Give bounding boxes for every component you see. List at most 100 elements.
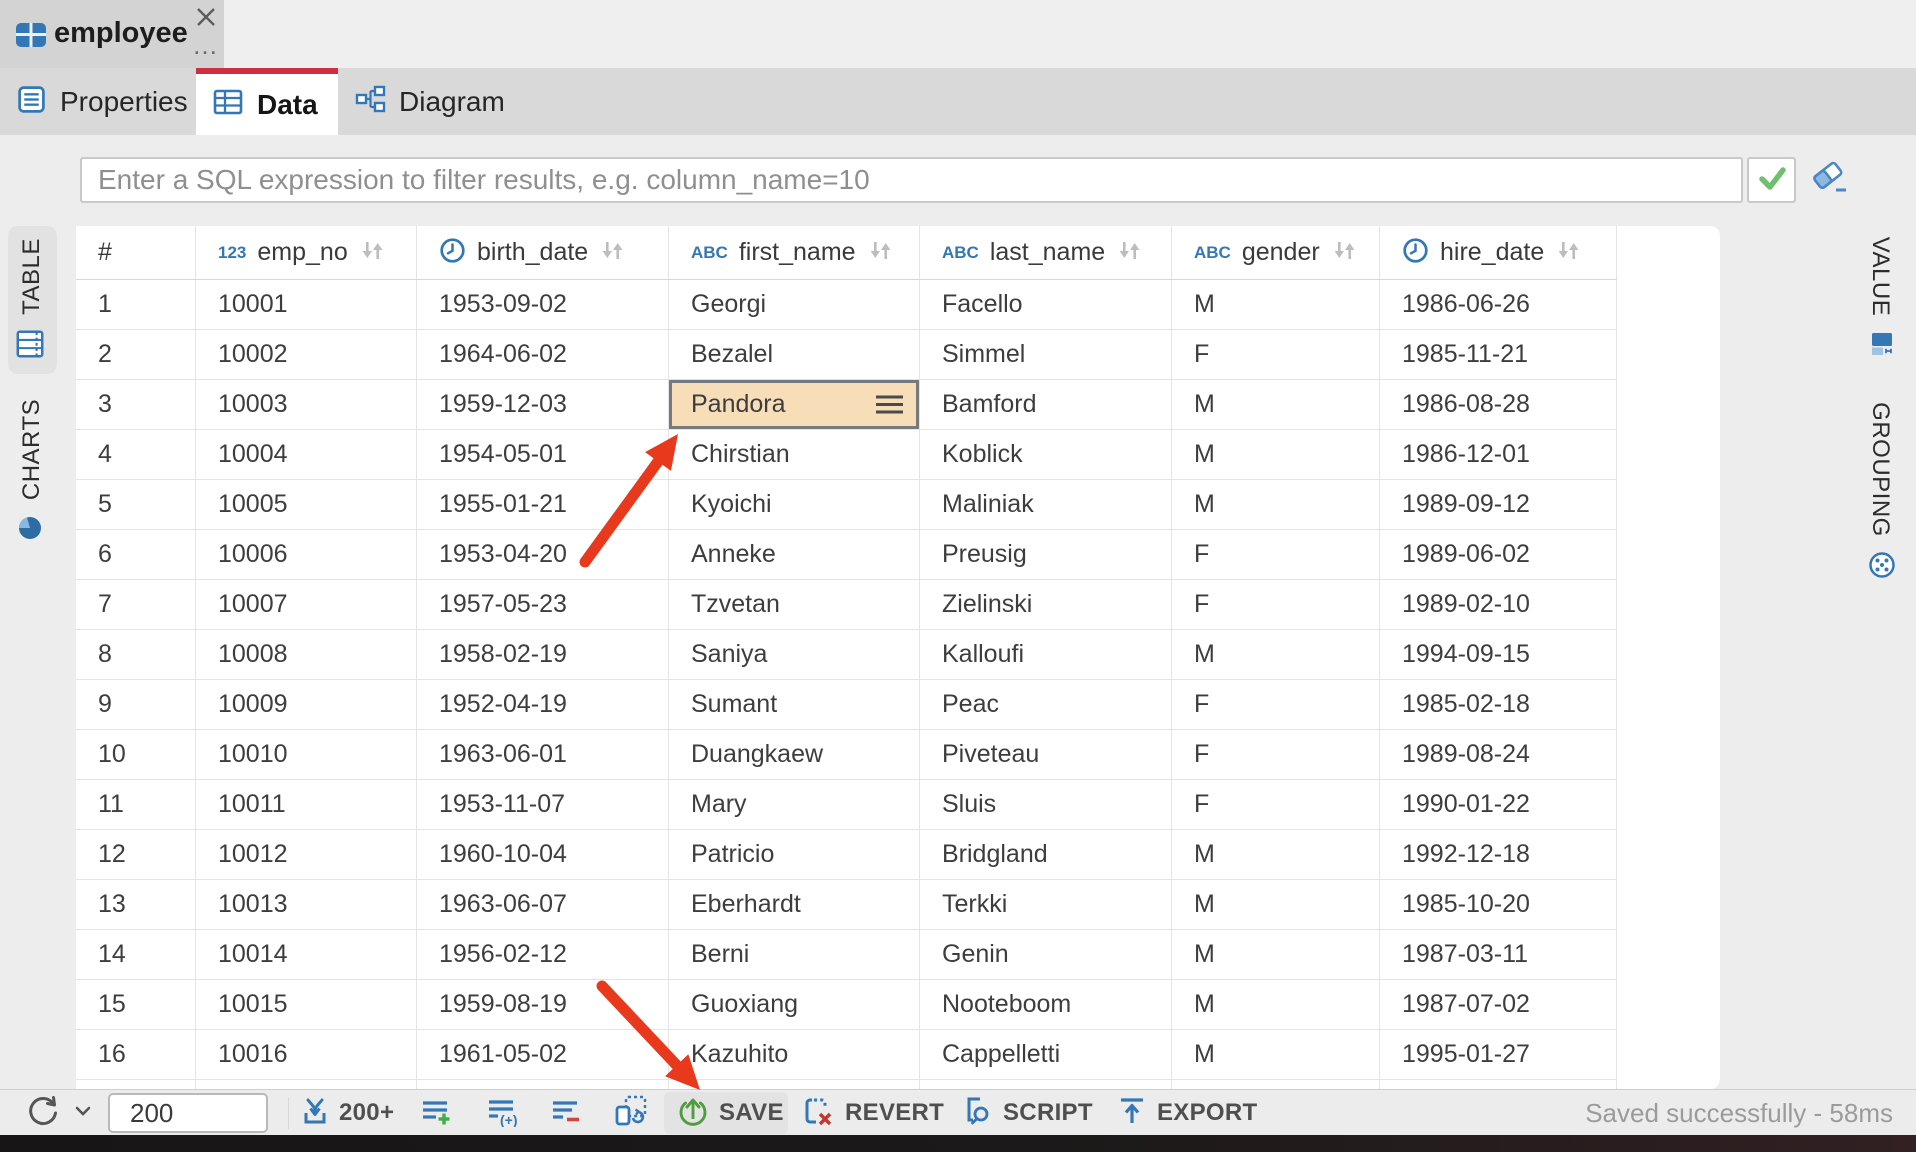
tab-data-active[interactable]: Data bbox=[196, 68, 338, 135]
table-cell[interactable]: 1963-06-01 bbox=[417, 730, 669, 779]
table-cell[interactable]: 10001 bbox=[196, 280, 417, 329]
table-cell[interactable]: 10014 bbox=[196, 930, 417, 979]
table-cell[interactable]: 1959-12-03 bbox=[417, 380, 669, 429]
table-cell[interactable]: Facello bbox=[920, 280, 1172, 329]
row-number[interactable]: 4 bbox=[76, 430, 196, 479]
fetch-more-button[interactable]: 200+ bbox=[300, 1090, 394, 1136]
table-cell[interactable]: Koblick bbox=[920, 430, 1172, 479]
table-cell[interactable]: 1955-01-21 bbox=[417, 480, 669, 529]
table-cell[interactable]: F bbox=[1172, 780, 1380, 829]
table-cell[interactable]: M bbox=[1172, 280, 1380, 329]
table-cell[interactable]: Terkki bbox=[920, 880, 1172, 929]
table-cell[interactable]: 1953-11-07 bbox=[417, 780, 669, 829]
row-number[interactable]: 10 bbox=[76, 730, 196, 779]
column-header-hire_date[interactable]: hire_date bbox=[1380, 226, 1617, 279]
table-cell[interactable]: F bbox=[1172, 730, 1380, 779]
generate-script-button[interactable] bbox=[614, 1090, 648, 1136]
table-cell[interactable]: 1986-08-28 bbox=[1380, 380, 1617, 429]
row-number[interactable]: 16 bbox=[76, 1030, 196, 1079]
table-cell[interactable]: M bbox=[1172, 980, 1380, 1029]
row-number[interactable]: 1 bbox=[76, 280, 196, 329]
table-cell[interactable]: Sumant bbox=[669, 680, 920, 729]
row-number[interactable]: 3 bbox=[76, 380, 196, 429]
table-cell[interactable]: M bbox=[1172, 480, 1380, 529]
table-cell[interactable]: 1957-05-23 bbox=[417, 580, 669, 629]
table-cell[interactable]: 1954-05-01 bbox=[417, 430, 669, 479]
export-button[interactable]: EXPORT bbox=[1116, 1090, 1257, 1136]
table-cell[interactable]: Cappelletti bbox=[920, 1030, 1172, 1079]
table-cell[interactable]: 1964-06-02 bbox=[417, 330, 669, 379]
table-cell[interactable]: F bbox=[1172, 530, 1380, 579]
table-cell[interactable]: Piveteau bbox=[920, 730, 1172, 779]
fetch-size-input[interactable] bbox=[108, 1093, 268, 1133]
table-cell[interactable]: 1960-10-04 bbox=[417, 830, 669, 879]
apply-filter-button[interactable] bbox=[1747, 157, 1796, 203]
column-header-last_name[interactable]: ABClast_name bbox=[920, 226, 1172, 279]
table-cell[interactable]: 1986-06-26 bbox=[1380, 280, 1617, 329]
row-number[interactable]: 11 bbox=[76, 780, 196, 829]
table-cell[interactable]: 1963-06-07 bbox=[417, 880, 669, 929]
save-button[interactable]: SAVE bbox=[676, 1090, 784, 1136]
table-cell[interactable]: 1987-07-02 bbox=[1380, 980, 1617, 1029]
table-cell[interactable]: 10005 bbox=[196, 480, 417, 529]
table-cell[interactable]: Sluis bbox=[920, 780, 1172, 829]
table-cell[interactable]: 1994-09-15 bbox=[1380, 630, 1617, 679]
table-cell[interactable]: M bbox=[1172, 830, 1380, 879]
revert-button[interactable]: REVERT bbox=[802, 1090, 944, 1136]
script-button[interactable]: SCRIPT bbox=[960, 1090, 1093, 1136]
column-header-emp_no[interactable]: 123emp_no bbox=[196, 226, 417, 279]
table-cell[interactable]: 10006 bbox=[196, 530, 417, 579]
rail-tab-value[interactable]: VALUE bbox=[1863, 223, 1897, 373]
table-cell[interactable]: 1953-09-02 bbox=[417, 280, 669, 329]
table-cell[interactable]: 1990-01-22 bbox=[1380, 780, 1617, 829]
table-cell[interactable]: 10007 bbox=[196, 580, 417, 629]
table-cell[interactable]: Tzvetan bbox=[669, 580, 920, 629]
sql-filter-input[interactable] bbox=[80, 157, 1743, 203]
table-cell[interactable]: Mary bbox=[669, 780, 920, 829]
table-cell[interactable]: 10009 bbox=[196, 680, 417, 729]
row-number[interactable]: 5 bbox=[76, 480, 196, 529]
table-cell[interactable]: Bamford bbox=[920, 380, 1172, 429]
table-cell[interactable]: 10010 bbox=[196, 730, 417, 779]
table-cell[interactable]: 10008 bbox=[196, 630, 417, 679]
table-cell[interactable]: M bbox=[1172, 630, 1380, 679]
sort-icon[interactable] bbox=[599, 240, 626, 266]
table-cell[interactable]: 1958-02-19 bbox=[417, 630, 669, 679]
table-cell[interactable]: Zielinski bbox=[920, 580, 1172, 629]
table-cell[interactable]: 10015 bbox=[196, 980, 417, 1029]
table-cell[interactable]: Saniya bbox=[669, 630, 920, 679]
table-cell[interactable]: Eberhardt bbox=[669, 880, 920, 929]
rail-tab-grouping[interactable]: GROUPING bbox=[1863, 386, 1897, 596]
table-cell[interactable]: Maliniak bbox=[920, 480, 1172, 529]
table-cell[interactable]: M bbox=[1172, 380, 1380, 429]
table-cell[interactable]: 1992-12-18 bbox=[1380, 830, 1617, 879]
refresh-button[interactable] bbox=[24, 1090, 91, 1136]
table-cell[interactable]: Patricio bbox=[669, 830, 920, 879]
duplicate-row-button[interactable]: (+) bbox=[486, 1090, 520, 1136]
table-cell[interactable]: F bbox=[1172, 680, 1380, 729]
table-cell[interactable]: 10002 bbox=[196, 330, 417, 379]
tab-properties[interactable]: Properties bbox=[0, 68, 196, 135]
row-number[interactable]: 9 bbox=[76, 680, 196, 729]
table-cell[interactable]: M bbox=[1172, 1030, 1380, 1079]
delete-row-button[interactable] bbox=[550, 1090, 582, 1136]
tab-employee[interactable]: employee … bbox=[0, 0, 224, 68]
table-cell[interactable]: 10011 bbox=[196, 780, 417, 829]
table-cell[interactable]: 1952-04-19 bbox=[417, 680, 669, 729]
table-cell[interactable]: Chirstian bbox=[669, 430, 920, 479]
row-number[interactable]: 14 bbox=[76, 930, 196, 979]
table-cell[interactable]: 1959-08-19 bbox=[417, 980, 669, 1029]
table-cell[interactable]: 1989-06-02 bbox=[1380, 530, 1617, 579]
column-header-birth_date[interactable]: birth_date bbox=[417, 226, 669, 279]
row-number[interactable]: 7 bbox=[76, 580, 196, 629]
selected-cell[interactable]: Pandora bbox=[669, 380, 920, 429]
table-cell[interactable]: Simmel bbox=[920, 330, 1172, 379]
table-cell[interactable]: Guoxiang bbox=[669, 980, 920, 1029]
table-cell[interactable]: Anneke bbox=[669, 530, 920, 579]
table-cell[interactable]: 1989-09-12 bbox=[1380, 480, 1617, 529]
table-cell[interactable]: Peac bbox=[920, 680, 1172, 729]
row-number[interactable]: 8 bbox=[76, 630, 196, 679]
column-header-gender[interactable]: ABCgender bbox=[1172, 226, 1380, 279]
tab-diagram[interactable]: Diagram bbox=[338, 68, 528, 135]
table-cell[interactable]: 1986-12-01 bbox=[1380, 430, 1617, 479]
